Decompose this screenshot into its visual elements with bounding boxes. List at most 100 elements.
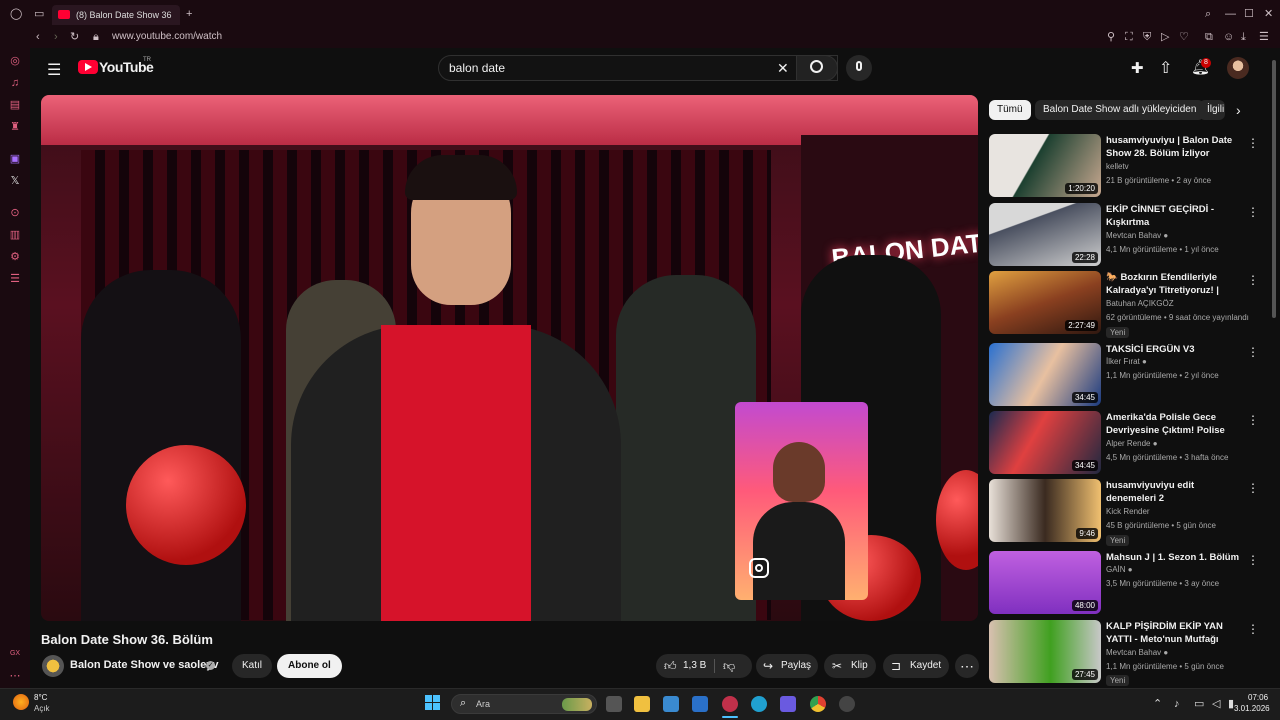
save-button[interactable]: ⊐ Kaydet <box>883 654 949 678</box>
video-title[interactable]: husamviyuviyu | Balon Date Show 28. Bölü… <box>1106 134 1244 160</box>
more-icon[interactable]: ⋮ <box>1247 205 1259 219</box>
more-actions-button[interactable]: ⋯ <box>955 654 979 678</box>
close-window-icon[interactable]: ✕ <box>1264 8 1273 20</box>
clock-time[interactable]: 07:06 <box>1248 693 1268 702</box>
mods-icon[interactable]: ♜ <box>9 121 21 133</box>
more-icon[interactable]: ⋮ <box>1247 273 1259 287</box>
taskbar-search[interactable]: ⌕ Ara <box>451 694 597 714</box>
list-item[interactable]: 34:45 TAKSİCİ ERGÜN V3 İlker Fırat ● 1,1… <box>989 343 1264 407</box>
thumbnail[interactable]: 2:27:49 <box>989 271 1101 334</box>
thumbnail[interactable]: 34:45 <box>989 343 1101 406</box>
player-icon[interactable]: ▷ <box>1161 31 1169 43</box>
list-item[interactable]: 34:45 Amerika'da Polisle Gece Devriyesin… <box>989 411 1264 475</box>
video-title[interactable]: 🐎 Bozkırın Efendileriyle Kalradya'yı Tit… <box>1106 271 1244 298</box>
video-title[interactable]: TAKSİCİ ERGÜN V3 <box>1106 343 1244 356</box>
clear-search-icon[interactable]: ✕ <box>777 60 789 77</box>
edge-icon[interactable] <box>751 696 767 712</box>
channel-name[interactable]: kelletv <box>1106 162 1129 171</box>
channel-name[interactable]: Batuhan AÇIKGÖZ <box>1106 299 1174 308</box>
scrollbar[interactable] <box>1272 60 1276 318</box>
pin-icon[interactable]: ⚲ <box>1107 31 1115 43</box>
snapshot-icon[interactable]: ⛶ <box>1125 31 1133 43</box>
list-item[interactable]: 2:27:49 🐎 Bozkırın Efendileriyle Kalrady… <box>989 271 1264 338</box>
minimize-icon[interactable]: — <box>1225 8 1236 20</box>
windows-start-icon[interactable] <box>425 695 441 711</box>
back-icon[interactable]: ‹ <box>36 31 40 43</box>
channel-name[interactable]: İlker Fırat ● <box>1106 357 1147 366</box>
url-field[interactable]: www.youtube.com/watch <box>112 31 222 42</box>
clock-date[interactable]: 3.01.2026 <box>1234 704 1270 713</box>
download-icon[interactable]: ⤓ <box>1241 31 1246 43</box>
thumbnail[interactable]: 48:00 <box>989 551 1101 614</box>
channel-name[interactable]: Mevtcan Bahav ● <box>1106 648 1168 657</box>
shield-icon[interactable]: ⛨ <box>1143 31 1151 43</box>
mic-tray-icon[interactable]: ♪ <box>1174 698 1180 710</box>
list-item[interactable]: 9:46 husamviyuviyu edit denemeleri 2 Kic… <box>989 479 1264 546</box>
voice-search-button[interactable] <box>846 55 872 81</box>
easy-setup-icon[interactable]: ☰ <box>1259 31 1269 43</box>
task-view-icon[interactable] <box>606 696 622 712</box>
search-tabs-icon[interactable]: ⌕ <box>1205 8 1211 20</box>
more-icon[interactable]: ⋮ <box>1247 413 1259 427</box>
channel-avatar[interactable] <box>42 655 64 677</box>
reload-icon[interactable]: ↻ <box>70 31 79 43</box>
channel-name[interactable]: Kick Render <box>1106 507 1150 516</box>
new-tab-button[interactable]: + <box>186 8 192 20</box>
thumbnail[interactable]: 1:20:20 <box>989 134 1101 197</box>
more-icon[interactable]: ⋮ <box>1247 481 1259 495</box>
chevron-right-icon[interactable]: › <box>1236 102 1241 118</box>
chip-all[interactable]: Tümü <box>989 100 1031 120</box>
video-title[interactable]: Mahsun J | 1. Sezon 1. Bölüm <box>1106 551 1244 564</box>
thumbnail[interactable]: 34:45 <box>989 411 1101 474</box>
settings-icon[interactable]: ⚙ <box>9 251 21 263</box>
outlook-icon[interactable] <box>692 696 708 712</box>
video-title[interactable]: husamviyuviyu edit denemeleri 2 <box>1106 479 1244 505</box>
chip-related[interactable]: İlgili <box>1199 100 1225 120</box>
list-item[interactable]: 48:00 Mahsun J | 1. Sezon 1. Bölüm GAİN … <box>989 551 1264 615</box>
maximize-icon[interactable]: ☐ <box>1244 8 1254 20</box>
menu-icon[interactable]: ☰ <box>47 60 61 80</box>
forward-icon[interactable]: › <box>54 31 58 43</box>
extensions-icon[interactable]: ⧉ <box>1205 31 1213 43</box>
video-title[interactable]: EKİP CİNNET GEÇİRDİ - Kışkırtma <box>1106 203 1244 229</box>
youtube-logo-icon[interactable] <box>78 60 98 74</box>
more-icon[interactable]: ⋮ <box>1247 345 1259 359</box>
more-icon[interactable]: ⋮ <box>1247 553 1259 567</box>
like-icon[interactable]: 👍︎ <box>664 654 677 678</box>
heart-icon[interactable]: ♡ <box>1179 31 1189 43</box>
profile-icon[interactable]: ☺ <box>1223 31 1234 43</box>
share-button[interactable]: ↪ Paylaş <box>756 654 818 678</box>
channel-name[interactable]: GAİN ● <box>1106 565 1133 574</box>
history-icon[interactable]: ☰ <box>9 273 21 285</box>
video-player[interactable]: BALON DATE SHOW <box>41 95 978 621</box>
ai-icon[interactable]: ◎ <box>9 55 21 67</box>
more-icon[interactable]: ⋮ <box>1247 136 1259 150</box>
dislike-icon[interactable]: 👎︎ <box>723 654 735 678</box>
wallet-icon[interactable]: ▥ <box>9 229 21 241</box>
network-icon[interactable]: ▭ <box>1194 698 1204 710</box>
upload-icon[interactable]: ⇧ <box>1159 58 1172 78</box>
file-explorer-icon[interactable] <box>634 696 650 712</box>
opera-logo-icon[interactable]: ◯ <box>10 8 22 20</box>
more-icon[interactable]: ⋮ <box>1247 622 1259 636</box>
weather-icon[interactable] <box>13 694 29 710</box>
steam-icon[interactable] <box>839 696 855 712</box>
music-icon[interactable]: ♫ <box>9 77 21 89</box>
create-icon[interactable]: ✚ <box>1131 59 1144 77</box>
channel-name[interactable]: Balon Date Show ve saoleyv <box>70 659 219 671</box>
messenger-icon[interactable]: ▤ <box>9 99 21 111</box>
avatar[interactable] <box>1227 57 1249 79</box>
channel-name[interactable]: Mevtcan Bahav ● <box>1106 231 1168 240</box>
chip-uploader[interactable]: Balon Date Show adlı yükleyiciden <box>1035 100 1205 120</box>
list-item[interactable]: 22:28 EKİP CİNNET GEÇİRDİ - Kışkırtma Me… <box>989 203 1264 267</box>
channel-name[interactable]: Alper Rende ● <box>1106 439 1158 448</box>
video-title[interactable]: Amerika'da Polisle Gece Devriyesine Çıkt… <box>1106 411 1244 438</box>
thumbnail[interactable]: 27:45 <box>989 620 1101 683</box>
list-item[interactable]: 1:20:20 husamviyuviyu | Balon Date Show … <box>989 134 1264 198</box>
thumbnail[interactable]: 9:46 <box>989 479 1101 542</box>
clip-button[interactable]: ✂ Klip <box>824 654 876 678</box>
video-title[interactable]: KALP PİŞİRDİM EKİP YAN YATTI - Meto'nun … <box>1106 620 1244 646</box>
store-icon[interactable] <box>663 696 679 712</box>
player-sidebar-icon[interactable]: ⊙ <box>9 207 21 219</box>
twitch-icon[interactable]: ▣ <box>9 153 21 165</box>
